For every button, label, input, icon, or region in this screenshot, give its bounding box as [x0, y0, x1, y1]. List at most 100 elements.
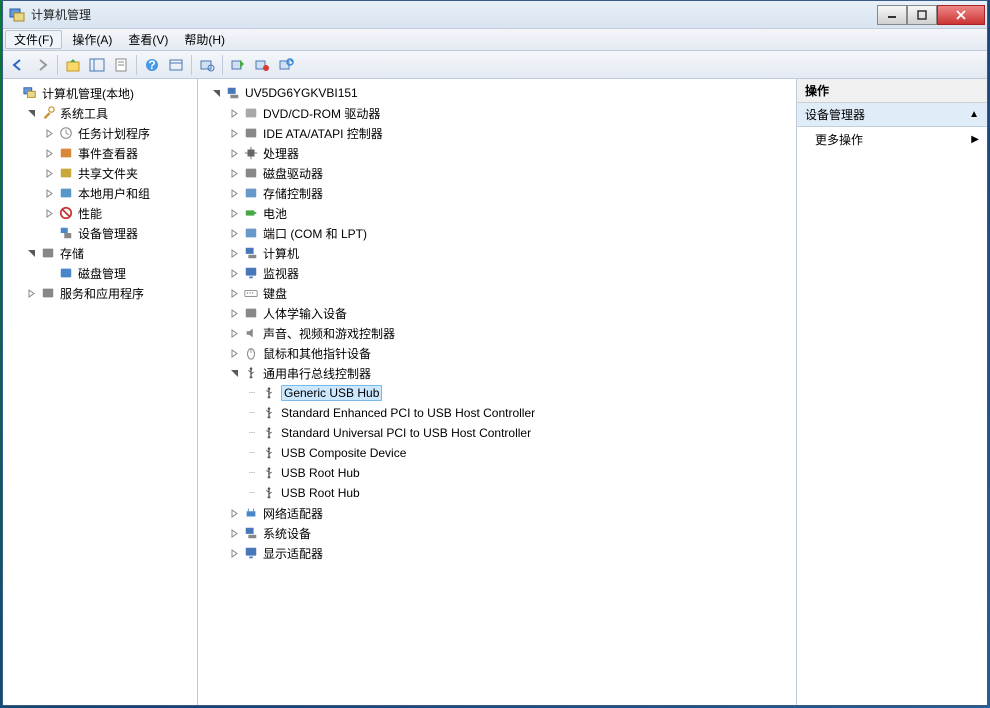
- expand-icon[interactable]: [228, 107, 241, 120]
- collapse-icon[interactable]: [210, 87, 223, 100]
- expand-icon[interactable]: [228, 167, 241, 180]
- show-hide-tree-button[interactable]: [86, 54, 108, 76]
- expand-icon[interactable]: [228, 507, 241, 520]
- titlebar[interactable]: 计算机管理: [3, 1, 987, 29]
- tree-item[interactable]: 计算机管理(本地): [5, 83, 195, 103]
- tree-item[interactable]: 存储: [5, 243, 195, 263]
- forward-button[interactable]: [31, 54, 53, 76]
- tree-item[interactable]: ┈Standard Universal PCI to USB Host Cont…: [200, 423, 794, 443]
- tree-item[interactable]: 电池: [200, 203, 794, 223]
- expand-icon[interactable]: [25, 287, 38, 300]
- expand-icon[interactable]: [228, 247, 241, 260]
- collapse-icon[interactable]: [25, 247, 38, 260]
- tree-item-label: 系统工具: [60, 105, 108, 122]
- expand-icon[interactable]: [228, 547, 241, 560]
- tree-item-label: 磁盘管理: [78, 265, 126, 282]
- tree-item[interactable]: IDE ATA/ATAPI 控制器: [200, 123, 794, 143]
- tree-item[interactable]: ┈Standard Enhanced PCI to USB Host Contr…: [200, 403, 794, 423]
- tree-item[interactable]: 端口 (COM 和 LPT): [200, 223, 794, 243]
- tree-item[interactable]: 服务和应用程序: [5, 283, 195, 303]
- expand-icon[interactable]: [228, 267, 241, 280]
- up-button[interactable]: [62, 54, 84, 76]
- tree-item[interactable]: 显示适配器: [200, 543, 794, 563]
- more-actions-label: 更多操作: [815, 131, 863, 148]
- tree-item-label: 事件查看器: [78, 145, 138, 162]
- tree-item[interactable]: ┈Generic USB Hub: [200, 383, 794, 403]
- maximize-button[interactable]: [907, 5, 937, 25]
- menu-help[interactable]: 帮助(H): [176, 29, 233, 50]
- expand-icon[interactable]: [228, 127, 241, 140]
- enable-button[interactable]: [227, 54, 249, 76]
- tree-item[interactable]: ┈USB Root Hub: [200, 463, 794, 483]
- menubar: 文件(F) 操作(A) 查看(V) 帮助(H): [3, 29, 987, 51]
- tree-item[interactable]: 鼠标和其他指针设备: [200, 343, 794, 363]
- expand-icon[interactable]: [228, 147, 241, 160]
- leaf-spacer: ┈: [246, 487, 259, 500]
- actions-section-label: 设备管理器: [805, 106, 865, 123]
- tree-item-label: 端口 (COM 和 LPT): [263, 225, 367, 242]
- usb-icon: [261, 485, 277, 501]
- expand-icon[interactable]: [228, 347, 241, 360]
- tree-item[interactable]: 本地用户和组: [5, 183, 195, 203]
- tree-item[interactable]: DVD/CD-ROM 驱动器: [200, 103, 794, 123]
- disable-button[interactable]: [251, 54, 273, 76]
- tree-item[interactable]: 性能: [5, 203, 195, 223]
- properties-button[interactable]: [110, 54, 132, 76]
- tree-item-label: 电池: [263, 205, 287, 222]
- expand-icon[interactable]: [228, 287, 241, 300]
- usb-icon: [243, 365, 259, 381]
- more-actions-item[interactable]: 更多操作 ▶: [797, 127, 987, 151]
- tree-item[interactable]: 键盘: [200, 283, 794, 303]
- window: 计算机管理 文件(F) 操作(A) 查看(V) 帮助(H) ? 计算机管理(本地…: [2, 0, 988, 706]
- tree-item-label: 存储控制器: [263, 185, 323, 202]
- tree-item[interactable]: 磁盘管理: [5, 263, 195, 283]
- tree-item[interactable]: 任务计划程序: [5, 123, 195, 143]
- tree-item[interactable]: 声音、视频和游戏控制器: [200, 323, 794, 343]
- tree-item[interactable]: 系统设备: [200, 523, 794, 543]
- tree-item[interactable]: 网络适配器: [200, 503, 794, 523]
- expand-icon[interactable]: [228, 207, 241, 220]
- leaf-spacer: ┈: [246, 407, 259, 420]
- actions-section[interactable]: 设备管理器 ▲: [797, 103, 987, 127]
- expand-icon[interactable]: [228, 527, 241, 540]
- uninstall-button[interactable]: [275, 54, 297, 76]
- tree-item[interactable]: ┈USB Root Hub: [200, 483, 794, 503]
- scan-button[interactable]: [196, 54, 218, 76]
- tree-item[interactable]: 处理器: [200, 143, 794, 163]
- expand-icon[interactable]: [43, 127, 56, 140]
- tree-item[interactable]: 监视器: [200, 263, 794, 283]
- expand-icon[interactable]: [43, 207, 56, 220]
- view-mode-button[interactable]: [165, 54, 187, 76]
- expand-icon[interactable]: [228, 307, 241, 320]
- left-tree-pane[interactable]: 计算机管理(本地) 系统工具任务计划程序事件查看器共享文件夹本地用户和组性能设备管…: [3, 79, 198, 705]
- collapse-icon[interactable]: [228, 367, 241, 380]
- devmgr-icon: [58, 225, 74, 241]
- tree-item[interactable]: ┈USB Composite Device: [200, 443, 794, 463]
- menu-file[interactable]: 文件(F): [5, 30, 62, 49]
- tree-item[interactable]: 共享文件夹: [5, 163, 195, 183]
- tree-item[interactable]: 系统工具: [5, 103, 195, 123]
- expand-icon[interactable]: [43, 187, 56, 200]
- tree-item[interactable]: 通用串行总线控制器: [200, 363, 794, 383]
- expand-icon[interactable]: [228, 227, 241, 240]
- menu-action[interactable]: 操作(A): [64, 29, 120, 50]
- device-tree-pane[interactable]: UV5DG6YGKVBI151DVD/CD-ROM 驱动器IDE ATA/ATA…: [198, 79, 797, 705]
- tree-item[interactable]: UV5DG6YGKVBI151: [200, 83, 794, 103]
- tree-item[interactable]: 人体学输入设备: [200, 303, 794, 323]
- help-button[interactable]: ?: [141, 54, 163, 76]
- close-button[interactable]: [937, 5, 985, 25]
- expand-icon[interactable]: [43, 167, 56, 180]
- tree-item[interactable]: 磁盘驱动器: [200, 163, 794, 183]
- tree-item[interactable]: 计算机: [200, 243, 794, 263]
- back-button[interactable]: [7, 54, 29, 76]
- collapse-icon[interactable]: [25, 107, 38, 120]
- minimize-button[interactable]: [877, 5, 907, 25]
- menu-view[interactable]: 查看(V): [120, 29, 176, 50]
- tree-item[interactable]: 事件查看器: [5, 143, 195, 163]
- tree-item-label: 通用串行总线控制器: [263, 365, 371, 382]
- tree-item[interactable]: 设备管理器: [5, 223, 195, 243]
- tree-item[interactable]: 存储控制器: [200, 183, 794, 203]
- expand-icon[interactable]: [43, 147, 56, 160]
- expand-icon[interactable]: [228, 187, 241, 200]
- expand-icon[interactable]: [228, 327, 241, 340]
